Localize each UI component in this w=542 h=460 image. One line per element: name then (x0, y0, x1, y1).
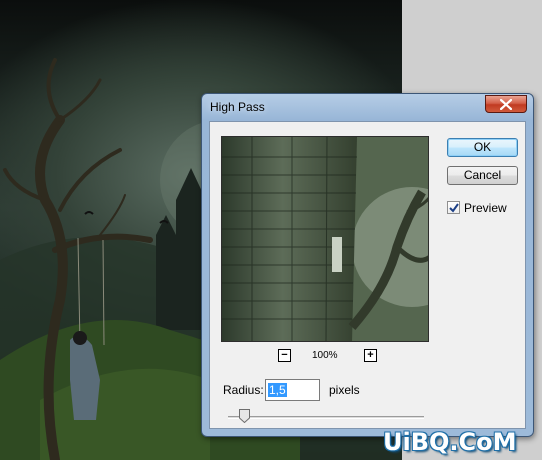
dialog-client-area: − 100% + OK Cancel Preview Radius: 1,5 p… (209, 121, 526, 429)
cancel-button[interactable]: Cancel (447, 166, 518, 185)
close-button[interactable] (485, 95, 527, 113)
radius-value: 1,5 (268, 383, 287, 397)
radius-input[interactable]: 1,5 (265, 379, 320, 401)
zoom-in-button[interactable]: + (364, 349, 377, 362)
dialog-title: High Pass (210, 100, 265, 114)
watermark-logo: UiBQ.CoM (383, 428, 517, 456)
preview-checkbox[interactable] (447, 201, 460, 214)
filter-preview[interactable] (221, 136, 429, 342)
radius-slider-track[interactable] (228, 416, 424, 419)
ok-button[interactable]: OK (447, 138, 518, 157)
zoom-out-button[interactable]: − (278, 349, 291, 362)
high-pass-dialog: High Pass − 100% + OK Cancel Preview Rad… (201, 93, 534, 437)
close-icon (500, 99, 512, 110)
checkmark-icon (449, 203, 459, 213)
zoom-controls: − 100% + (278, 349, 378, 363)
radius-label: Radius: (223, 383, 264, 397)
zoom-level: 100% (312, 350, 338, 361)
radius-unit: pixels (329, 383, 360, 397)
preview-label: Preview (464, 201, 507, 215)
dialog-titlebar[interactable]: High Pass (202, 94, 533, 121)
radius-slider-thumb[interactable] (239, 409, 250, 423)
